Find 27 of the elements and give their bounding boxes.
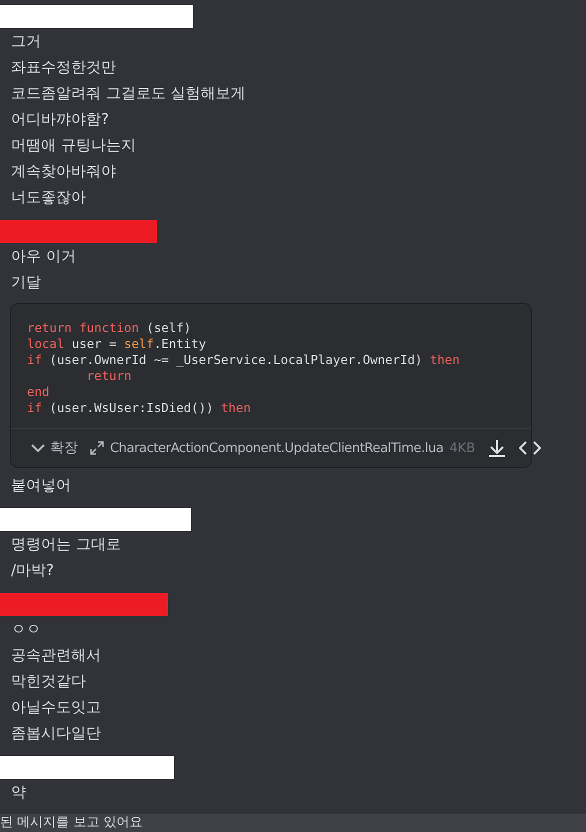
message-text: 그거 <box>10 31 41 52</box>
message-text: 좌표수정한것만 <box>10 57 116 78</box>
expand-arrows-icon[interactable] <box>90 441 104 455</box>
file-name[interactable]: CharacterActionComponent.UpdateClientRealTime.lua <box>110 440 444 456</box>
message-text: 막힌것같다 <box>10 671 86 692</box>
message-text: 어디바꺄야함? <box>10 109 109 130</box>
message-text: 아닐수도잇고 <box>10 697 101 718</box>
status-text: 된 메시지를 보고 있어요 <box>0 814 142 832</box>
message-text: 공속관련해서 <box>10 645 101 666</box>
download-icon[interactable] <box>487 438 508 458</box>
chevron-down-icon <box>31 443 45 453</box>
message-text: 붙여넣어 <box>10 475 71 496</box>
message-text: 명령어는 그대로 <box>10 534 121 555</box>
message-text: 약 <box>10 782 26 803</box>
message-text: 기달 <box>10 272 41 293</box>
message-text: 계속찾아바줘야 <box>10 161 116 182</box>
message-text: 좀봅시다일단 <box>10 723 101 744</box>
message-text: 코드좀알려줘 그걸로도 실험해보게 <box>10 83 246 104</box>
message-text: /마박? <box>10 560 54 581</box>
code-icon[interactable] <box>519 440 542 456</box>
message-text: ㅇㅇ <box>10 619 41 640</box>
code-text: return function (self) local user = self.Entity if (user.OwnerId ~= _UserService.LocalPlayer.OwnerId) then return end if (user.WsUser:IsDied()) then <box>27 320 460 416</box>
message-text: 아우 이거 <box>10 246 76 267</box>
expand-button[interactable]: 확장 <box>31 439 78 457</box>
file-size: 4KB <box>449 440 476 456</box>
message-text: 너도좋잖아 <box>10 187 86 208</box>
message-text: 머땜애 규팅나는지 <box>10 135 136 156</box>
